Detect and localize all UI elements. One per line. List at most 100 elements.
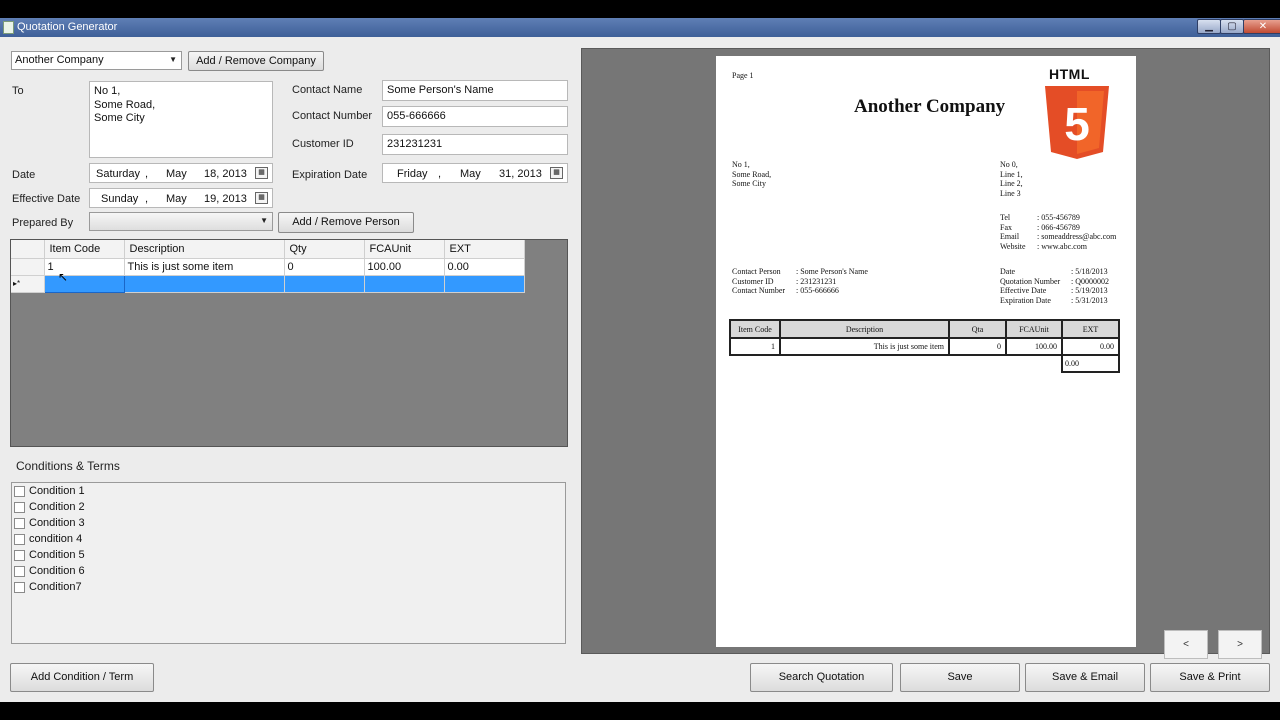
expiration-sep: , xyxy=(438,168,442,180)
cell-item-code[interactable] xyxy=(43,274,125,293)
new-row-marker[interactable]: ▸* xyxy=(11,275,45,293)
preview-header-item-code: Item Code xyxy=(729,319,781,339)
company-select[interactable]: Another Company ▼ xyxy=(11,51,182,70)
condition-label: Condition 3 xyxy=(29,517,85,530)
preview-cell: 0.00 xyxy=(1061,337,1120,356)
checkbox-icon[interactable] xyxy=(14,549,25,561)
checkbox-icon[interactable] xyxy=(14,581,25,593)
close-button[interactable]: ✕ xyxy=(1243,19,1280,34)
expiration-date-picker[interactable]: Friday , May 31, 2013 ▦ xyxy=(382,163,568,183)
checkbox-icon[interactable] xyxy=(14,517,25,529)
date-picker[interactable]: Saturday , May 18, 2013 ▦ xyxy=(89,163,273,183)
checkbox-icon[interactable] xyxy=(14,533,25,545)
effective-sep: , xyxy=(145,193,149,205)
calendar-icon[interactable]: ▦ xyxy=(255,167,268,179)
preview-items-table: Item Code Description Qta FCAUnit EXT 1 … xyxy=(729,319,1120,373)
contact-number-field[interactable]: 055-666666 xyxy=(382,106,568,127)
preview-cell: This is just some item xyxy=(779,337,950,356)
calendar-icon[interactable]: ▦ xyxy=(255,192,268,204)
customer-id-field[interactable]: 231231231 xyxy=(382,134,568,155)
condition-checkbox[interactable]: Condition 3 xyxy=(14,517,85,531)
info-value: : 5/31/2013 xyxy=(1071,296,1108,306)
condition-checkbox[interactable]: condition 4 xyxy=(14,533,82,547)
to-address-field[interactable]: No 1, Some Road, Some City xyxy=(89,81,273,158)
save-email-button[interactable]: Save & Email xyxy=(1025,663,1145,692)
contact-name-field[interactable]: Some Person's Name xyxy=(382,80,568,101)
html5-logo-number: 5 xyxy=(1064,98,1090,150)
condition-checkbox[interactable]: Condition 5 xyxy=(14,549,85,563)
column-header-fcaunit[interactable]: FCAUnit xyxy=(364,240,445,259)
preview-quote-info: Date: 5/18/2013 Quotation Number: Q00000… xyxy=(1000,267,1109,306)
preview-header-qta: Qta xyxy=(948,319,1007,339)
info-value: : www.abc.com xyxy=(1037,242,1087,252)
cell-description[interactable]: This is just some item xyxy=(124,258,285,276)
expiration-date-label: Expiration Date xyxy=(292,169,368,181)
row-header[interactable] xyxy=(11,258,45,276)
address-line: Line 1, xyxy=(1000,169,1023,179)
checkbox-icon[interactable] xyxy=(14,485,25,497)
condition-checkbox[interactable]: Condition 6 xyxy=(14,565,85,579)
condition-label: Condition 2 xyxy=(29,501,85,514)
condition-checkbox[interactable]: Condition 2 xyxy=(14,501,85,515)
info-key: Date xyxy=(1000,267,1016,276)
info-key: Email xyxy=(1000,232,1020,242)
effective-date-label: Effective Date xyxy=(12,193,81,205)
cell-qty[interactable] xyxy=(284,275,365,293)
cell-qty[interactable]: 0 xyxy=(284,258,365,276)
preview-total: 0.00 xyxy=(1061,354,1120,373)
column-header-item-code[interactable]: Item Code xyxy=(44,240,125,259)
effective-month: May xyxy=(166,193,187,205)
add-remove-person-button[interactable]: Add / Remove Person xyxy=(278,212,414,233)
cell-fcaunit[interactable] xyxy=(364,275,445,293)
grid-corner xyxy=(11,240,45,259)
cell-fcaunit[interactable]: 100.00 xyxy=(364,258,445,276)
app-icon xyxy=(3,21,14,34)
condition-checkbox[interactable]: Condition 1 xyxy=(14,485,85,499)
info-value: : 066-456789 xyxy=(1037,222,1080,232)
to-address-line: Some City xyxy=(94,112,145,124)
checkbox-icon[interactable] xyxy=(14,501,25,513)
condition-label: Condition 1 xyxy=(29,485,85,498)
conditions-list[interactable]: Condition 1 Condition 2 Condition 3 cond… xyxy=(11,482,566,644)
customer-id-label: Customer ID xyxy=(292,138,354,150)
preview-to-address: No 1, Some Road, Some City xyxy=(732,160,771,189)
checkbox-icon[interactable] xyxy=(14,565,25,577)
calendar-icon[interactable]: ▦ xyxy=(550,167,563,179)
info-key: Contact Person xyxy=(732,267,781,276)
save-print-button[interactable]: Save & Print xyxy=(1150,663,1270,692)
date-day-year: 18, 2013 xyxy=(204,168,247,180)
column-header-description[interactable]: Description xyxy=(124,240,285,259)
cell-ext[interactable] xyxy=(444,275,525,293)
preview-header-fcaunit: FCAUnit xyxy=(1005,319,1063,339)
company-select-value: Another Company xyxy=(15,54,104,66)
expiration-weekday: Friday xyxy=(397,168,428,180)
maximize-button[interactable]: ▢ xyxy=(1220,19,1244,34)
effective-day-year: 19, 2013 xyxy=(204,193,247,205)
table-row[interactable]: 1 This is just some item 0 100.00 0.00 xyxy=(11,258,525,276)
preview-from-address: No 0, Line 1, Line 2, Line 3 xyxy=(1000,160,1023,199)
column-header-ext[interactable]: EXT xyxy=(444,240,525,259)
prev-page-button[interactable]: < xyxy=(1164,630,1208,659)
new-row[interactable]: ▸* xyxy=(11,274,525,293)
search-quotation-button[interactable]: Search Quotation xyxy=(750,663,893,692)
add-condition-button[interactable]: Add Condition / Term xyxy=(10,663,154,692)
effective-date-picker[interactable]: Sunday , May 19, 2013 ▦ xyxy=(89,188,273,208)
to-address-line: Some Road, xyxy=(94,98,156,111)
mouse-cursor-icon: ↖ xyxy=(58,270,69,284)
print-preview-panel[interactable]: Page 1 Another Company HTML 5 No 1, Some… xyxy=(581,48,1270,659)
next-page-button[interactable]: > xyxy=(1218,630,1262,659)
column-header-qty[interactable]: Qty xyxy=(284,240,365,259)
prepared-by-select[interactable]: ▼ xyxy=(89,212,273,231)
cell-description[interactable] xyxy=(124,275,285,293)
items-grid[interactable]: Item Code Description Qty FCAUnit EXT 1 … xyxy=(10,239,568,447)
condition-checkbox[interactable]: Condition7 xyxy=(14,581,82,595)
info-key: Website xyxy=(1000,242,1026,252)
cell-ext[interactable]: 0.00 xyxy=(444,258,525,276)
save-button[interactable]: Save xyxy=(900,663,1020,692)
html5-logo-text: HTML xyxy=(1049,66,1090,82)
info-key: Effective Date xyxy=(1000,286,1047,296)
cell-item-code[interactable]: 1 xyxy=(44,258,125,276)
minimize-button[interactable]: ▁ xyxy=(1197,19,1221,34)
add-remove-company-button[interactable]: Add / Remove Company xyxy=(188,51,324,71)
info-key: Expiration Date xyxy=(1000,296,1051,306)
